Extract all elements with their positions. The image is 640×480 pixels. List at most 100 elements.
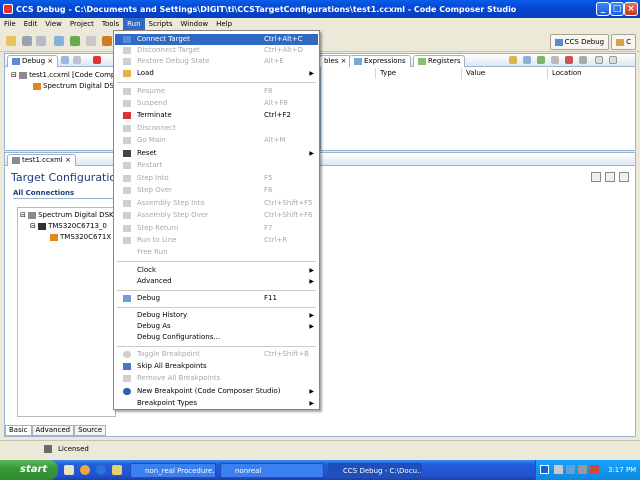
browser-icon[interactable] (80, 465, 90, 475)
terminate-icon[interactable] (93, 56, 101, 64)
menu-item-step-into[interactable]: Step Into F5 (115, 173, 318, 184)
minimize-view-icon[interactable] (595, 56, 603, 64)
view-tool-icon[interactable] (551, 56, 559, 64)
menu-file[interactable]: File (0, 18, 20, 30)
minimize-button[interactable]: _ (596, 2, 610, 16)
layout-icon[interactable] (605, 172, 615, 182)
menu-item-toggle-breakpoint[interactable]: Toggle Breakpoint Ctrl+Shift+B (115, 349, 318, 360)
remove-breakpoints-icon (123, 375, 131, 382)
column-value[interactable]: Value (462, 68, 548, 79)
toolbar-icon[interactable] (102, 36, 112, 46)
menu-item-run-to-line[interactable]: Run to Line Ctrl+R (115, 235, 318, 246)
menu-item-debug[interactable]: Debug F11 (115, 293, 318, 304)
resume-icon[interactable] (61, 56, 69, 64)
menu-view[interactable]: View (41, 18, 66, 30)
help-tray-icon[interactable] (540, 465, 549, 474)
menu-edit[interactable]: Edit (20, 18, 42, 30)
menu-tools[interactable]: Tools (98, 18, 123, 30)
volume-tray-icon[interactable] (578, 465, 587, 474)
tree-item-connection[interactable]: ⊟ Spectrum Digital DSK-E (20, 210, 120, 220)
ccs-debug-perspective[interactable]: CCS Debug (549, 34, 610, 50)
menu-item-debug-configurations[interactable]: Debug Configurations... (115, 332, 318, 343)
menu-item-disconnect[interactable]: Disconnect (115, 123, 318, 134)
menu-item-restart[interactable]: Restart (115, 160, 318, 171)
task-nonreal[interactable]: nonreal (220, 463, 324, 478)
toolbar-icon[interactable] (86, 36, 96, 46)
menu-item-debug-history[interactable]: Debug History ▶ (115, 310, 318, 321)
tab-debug[interactable]: Debug × (7, 55, 59, 67)
save-icon[interactable] (22, 36, 32, 46)
new-icon[interactable] (6, 36, 16, 46)
maximize-view-icon[interactable] (609, 56, 617, 64)
column-location[interactable]: Location (548, 68, 635, 79)
show-desktop-icon[interactable] (64, 465, 74, 475)
help-icon[interactable] (619, 172, 629, 182)
menu-item-go-main[interactable]: Go Main Alt+M (115, 135, 318, 146)
menu-item-suspend[interactable]: Suspend Alt+F8 (115, 98, 318, 109)
menu-item-breakpoint-types[interactable]: Breakpoint Types ▶ (115, 398, 318, 409)
ie-icon[interactable] (96, 465, 106, 475)
tab-expressions[interactable]: Expressions (349, 55, 411, 67)
menu-item-remove-all-breakpoints[interactable]: Remove All Breakpoints (115, 373, 318, 384)
menu-project[interactable]: Project (66, 18, 98, 30)
menu-item-skip-all-breakpoints[interactable]: Skip All Breakpoints (115, 361, 318, 372)
menu-item-reset[interactable]: Reset ▶ (115, 148, 318, 159)
menu-item-assembly-step-into[interactable]: Assembly Step Into Ctrl+Shift+F5 (115, 198, 318, 209)
menu-item-disconnect-target[interactable]: Disconnect Target Ctrl+Alt+D (115, 45, 318, 56)
security-tray-icon[interactable] (590, 465, 599, 474)
menu-item-resume[interactable]: Resume F8 (115, 86, 318, 97)
skip-breakpoints-icon (123, 363, 131, 370)
tab-variables[interactable]: bles × (319, 55, 352, 67)
column-type[interactable]: Type (376, 68, 462, 79)
tree-item-target[interactable]: Spectrum Digital DSK-E (33, 81, 125, 91)
menu-item-step-return[interactable]: Step Return F7 (115, 223, 318, 234)
menu-item-assembly-step-over[interactable]: Assembly Step Over Ctrl+Shift+F6 (115, 210, 318, 221)
task-ccs-debug[interactable]: CCS Debug - C:\Docu... (328, 463, 422, 478)
connections-tree: ⊟ Spectrum Digital DSK-E ⊟ TMS320C6713_0… (17, 207, 120, 417)
menu-item-new-breakpoint[interactable]: New Breakpoint (Code Composer Studio) ▶ (115, 386, 318, 397)
start-button[interactable]: start (0, 460, 58, 480)
menu-item-step-over[interactable]: Step Over F6 (115, 185, 318, 196)
menu-item-terminate[interactable]: Terminate Ctrl+F2 (115, 110, 318, 121)
save-all-icon[interactable] (36, 36, 46, 46)
all-connections-header: All Connections (13, 189, 116, 199)
folder-icon[interactable] (112, 465, 122, 475)
menu-item-free-run[interactable]: Free Run (115, 247, 318, 258)
maximize-button[interactable]: □ (610, 2, 624, 16)
tree-item-cpu[interactable]: TMS320C671X (50, 232, 111, 242)
tree-item-device[interactable]: ⊟ TMS320C6713_0 (30, 221, 107, 231)
task-procedure-doc[interactable]: non_real Procedure.d... (130, 463, 216, 478)
suspend-icon[interactable] (73, 56, 81, 64)
network-tray-icon[interactable] (554, 465, 563, 474)
window-title-bar[interactable]: CCS Debug - C:\Documents and Settings\DI… (0, 0, 640, 18)
tab-basic[interactable]: Basic (5, 425, 32, 436)
debug-icon[interactable] (70, 36, 80, 46)
menu-item-restore-debug-state[interactable]: Restore Debug State Alt+E (115, 56, 318, 67)
menu-item-load[interactable]: Load ▶ (115, 68, 318, 79)
print-icon[interactable] (54, 36, 64, 46)
view-menu-icon[interactable] (579, 56, 587, 64)
tab-registers[interactable]: Registers (413, 55, 466, 67)
menu-item-debug-as[interactable]: Debug As ▶ (115, 321, 318, 332)
layout-icon[interactable] (591, 172, 601, 182)
menu-window[interactable]: Window (177, 18, 213, 30)
menu-scripts[interactable]: Scripts (145, 18, 177, 30)
menu-item-clock[interactable]: Clock ▶ (115, 265, 318, 276)
tab-source[interactable]: Source (74, 425, 107, 436)
tree-item-ccxml[interactable]: ⊟ test1.ccxml [Code Compos (11, 70, 123, 80)
view-tool-icon[interactable] (509, 56, 517, 64)
column-name[interactable] (321, 68, 376, 79)
tab-test1-ccxml[interactable]: test1.ccxml × (7, 154, 76, 166)
close-button[interactable]: × (624, 2, 638, 16)
view-tool-icon[interactable] (537, 56, 545, 64)
menu-help[interactable]: Help (212, 18, 236, 30)
tray-icon[interactable] (566, 465, 575, 474)
view-tool-icon[interactable] (523, 56, 531, 64)
menu-run[interactable]: Run (123, 18, 145, 30)
menu-item-connect-target[interactable]: Connect Target Ctrl+Alt+C (115, 34, 318, 45)
c-perspective[interactable]: C (611, 34, 636, 50)
view-tool-icon[interactable] (565, 56, 573, 64)
tab-advanced[interactable]: Advanced (31, 425, 75, 436)
editor-area: test1.ccxml × Target Configuration All C… (4, 152, 636, 437)
menu-item-advanced[interactable]: Advanced ▶ (115, 276, 318, 287)
